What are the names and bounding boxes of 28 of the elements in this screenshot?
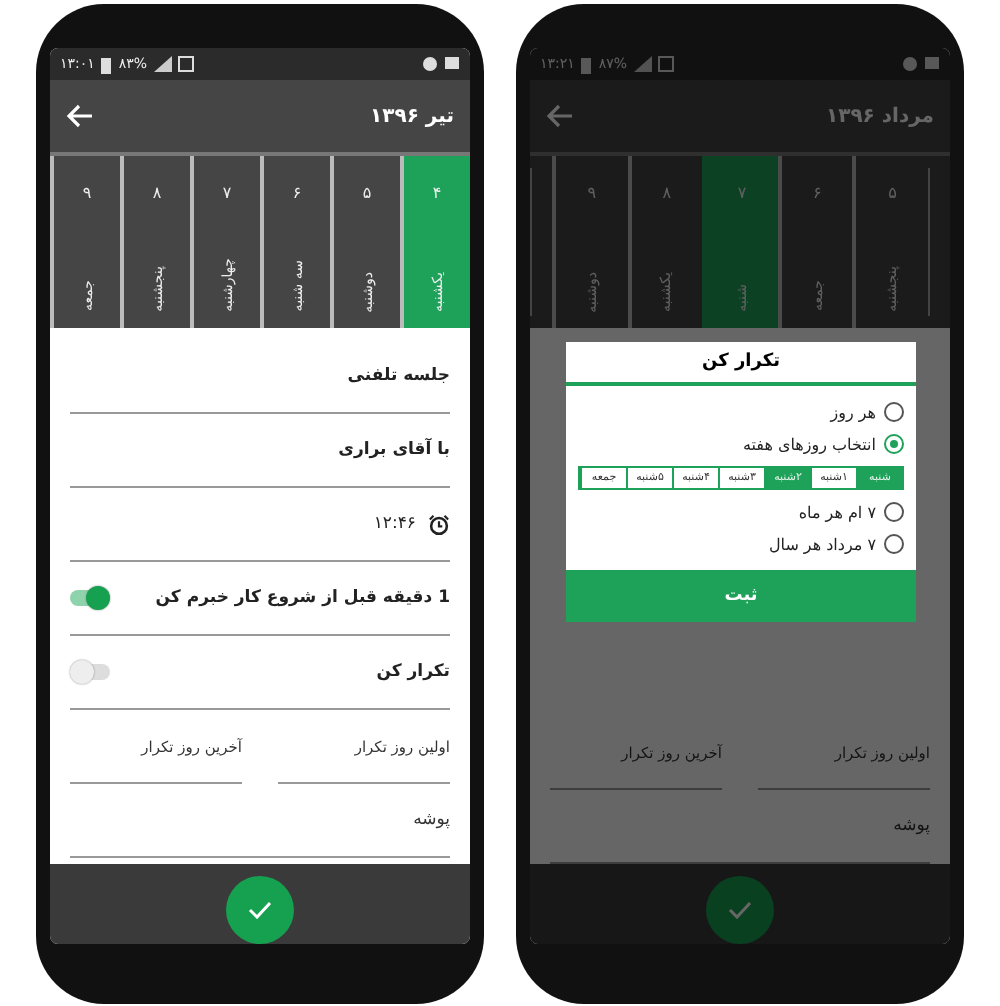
battery-icon <box>580 55 593 73</box>
confirm-button[interactable] <box>226 876 294 944</box>
circle-icon <box>902 56 918 72</box>
text-field[interactable]: پوشه <box>70 784 450 858</box>
check-icon <box>248 900 272 920</box>
toggle-label: تکرار کن <box>376 662 450 682</box>
radio-option[interactable]: انتخاب روزهای هفته <box>578 434 904 454</box>
text-field[interactable]: جلسه تلفنی <box>70 340 450 414</box>
toolbar-title: مرداد ۱۳۹۶ <box>825 105 934 127</box>
battery-icon <box>100 55 113 73</box>
dialog-title: تکرار کن <box>566 342 916 386</box>
time-field[interactable]: ۱۲:۴۶ <box>70 488 450 562</box>
image-icon <box>177 56 194 72</box>
image-icon <box>657 56 674 72</box>
toggle-switch[interactable] <box>70 590 110 606</box>
radio-option[interactable]: هر روز <box>578 402 904 422</box>
radio-option[interactable]: ۷ مرداد هر سال <box>578 534 904 554</box>
circle-icon <box>422 56 438 72</box>
back-arrow-icon[interactable] <box>66 104 94 128</box>
radio-option[interactable]: ۷ ام هر ماه <box>578 502 904 522</box>
check-icon <box>728 900 752 920</box>
toggle-switch[interactable] <box>70 664 110 680</box>
toolbar-title: تیر ۱۳۹۶ <box>370 105 454 127</box>
signal-icon <box>633 56 652 72</box>
toggle-label: 1 دقیقه قبل از شروع کار خبرم کن <box>155 588 450 608</box>
signal-icon <box>153 56 172 72</box>
alarm-clock-icon <box>428 513 450 535</box>
text-field[interactable]: با آقای براری <box>70 414 450 488</box>
